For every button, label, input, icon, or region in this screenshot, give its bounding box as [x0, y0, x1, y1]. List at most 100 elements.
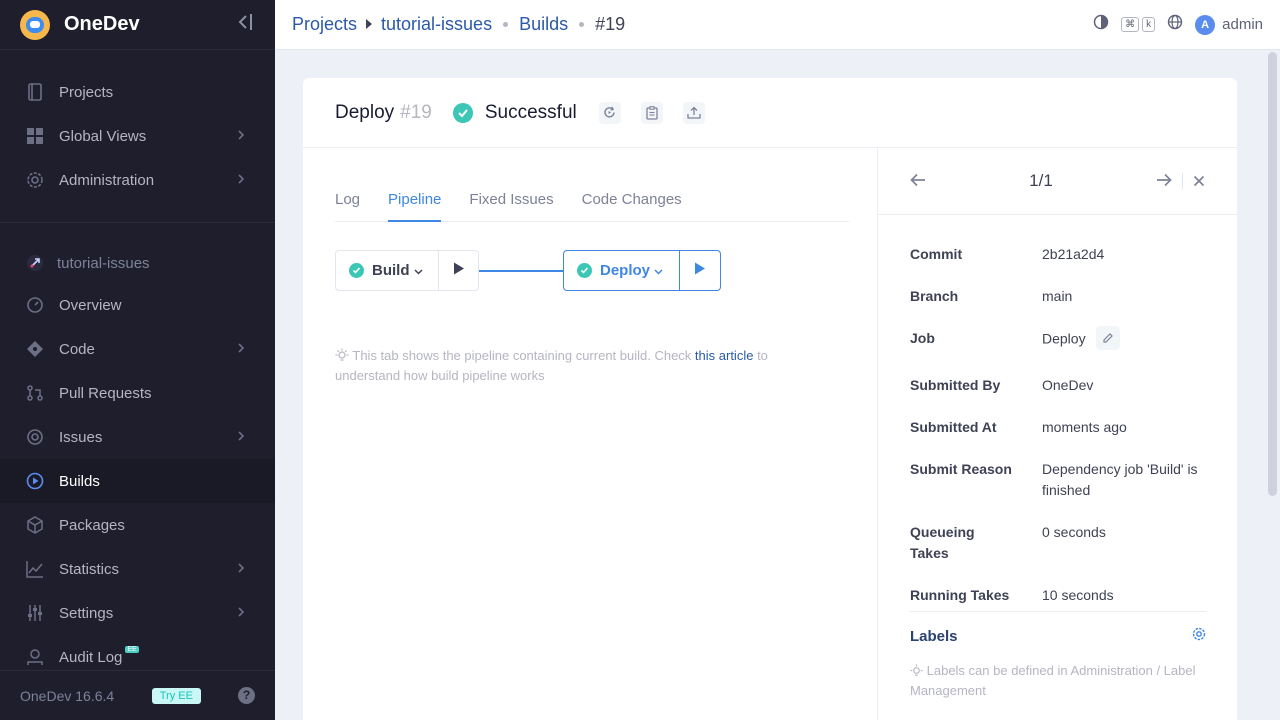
edit-job-icon[interactable]: [1095, 326, 1120, 350]
upload-icon[interactable]: [682, 101, 705, 124]
sidebar-item-label: Issues: [59, 428, 103, 446]
onedev-logo-icon[interactable]: [20, 9, 50, 40]
packages-icon: [25, 515, 45, 535]
sidebar-item-projects[interactable]: Projects: [0, 70, 275, 114]
build-position: 1/1: [1029, 171, 1053, 190]
tab-code-changes[interactable]: Code Changes: [582, 186, 682, 222]
sidebar-item-code[interactable]: Code: [0, 327, 275, 371]
sidebar-item-pull-requests[interactable]: Pull Requests: [0, 371, 275, 415]
breadcrumb-project[interactable]: tutorial-issues: [381, 14, 492, 35]
ee-badge: EE: [125, 645, 139, 653]
tab-pipeline[interactable]: Pipeline: [388, 186, 442, 222]
sidebar-project[interactable]: tutorial-issues: [0, 243, 275, 283]
build-info-panel: 1/1 Commit 2b21a2d4 Branch main Job Deploy …: [878, 148, 1237, 720]
run-deploy-job-button[interactable]: [680, 262, 720, 280]
sidebar-item-builds[interactable]: Builds: [0, 459, 275, 503]
property-row: Branch main: [910, 286, 1206, 307]
success-check-icon: [577, 263, 592, 278]
sidebar-global-nav: Projects Global Views Administration: [0, 50, 275, 202]
sidebar-item-overview[interactable]: Overview: [0, 283, 275, 327]
property-row: Running Takes 10 seconds: [910, 585, 1206, 606]
sidebar-item-global-views[interactable]: Global Views: [0, 114, 275, 158]
property-row: Queueing Takes 0 seconds: [910, 522, 1206, 564]
build-tabs: Log Pipeline Fixed Issues Code Changes: [335, 186, 849, 222]
property-key: Queueing Takes: [910, 524, 975, 561]
deploy-job-dropdown[interactable]: Deploy: [564, 251, 680, 290]
issues-icon: [25, 427, 45, 447]
collapse-sidebar-icon[interactable]: [237, 12, 255, 37]
command-key: ⌘: [1121, 17, 1140, 32]
job-link[interactable]: Deploy: [1042, 331, 1086, 347]
property-row: Submitted At moments ago: [910, 417, 1206, 438]
labels-title: Labels: [910, 628, 958, 645]
user-name[interactable]: admin: [1222, 16, 1263, 33]
app-name[interactable]: OneDev: [64, 13, 237, 36]
success-check-icon: [452, 102, 473, 123]
dark-mode-icon[interactable]: [1093, 14, 1109, 35]
property-row: Submitted By OneDev: [910, 375, 1206, 396]
settings-icon: [25, 603, 45, 623]
pipeline-job-deploy: Deploy: [563, 250, 721, 291]
sidebar-item-settings[interactable]: Settings: [0, 591, 275, 635]
pipeline-job-build: Build: [335, 250, 479, 291]
branch-link[interactable]: main: [1042, 286, 1206, 307]
breadcrumb-separator: [579, 22, 585, 27]
command-palette-shortcut[interactable]: ⌘ k: [1121, 17, 1156, 32]
breadcrumb-projects[interactable]: Projects: [292, 14, 357, 35]
page-scrollbar[interactable]: [1268, 52, 1277, 496]
breadcrumb-builds[interactable]: Builds: [519, 14, 568, 35]
avatar[interactable]: A: [1195, 14, 1216, 35]
sidebar-item-label: Global Views: [59, 127, 147, 145]
sidebar-item-label: Settings: [59, 604, 114, 622]
sidebar-item-issues[interactable]: Issues: [0, 415, 275, 459]
try-ee-button[interactable]: Try EE: [151, 687, 201, 704]
previous-build-icon[interactable]: [910, 170, 926, 193]
sidebar-item-statistics[interactable]: Statistics: [0, 547, 275, 591]
build-properties: Commit 2b21a2d4 Branch main Job Deploy Subm…: [910, 244, 1206, 627]
pipeline-diagram: Build Deploy: [335, 250, 855, 292]
chevron-right-icon: [237, 172, 245, 189]
global-views-icon: [25, 126, 45, 146]
nav-divider: [1182, 173, 1183, 189]
sidebar-header: OneDev: [0, 0, 275, 50]
lightbulb-icon: [335, 348, 349, 363]
tab-fixed-issues[interactable]: Fixed Issues: [469, 186, 553, 222]
property-row: Submit Reason Dependency job 'Build' is f…: [910, 459, 1206, 501]
sidebar-item-label: Statistics: [59, 560, 120, 578]
labels-tip-text: Labels can be defined in Administration …: [910, 663, 1196, 698]
property-value: OneDev: [1042, 377, 1094, 393]
code-icon: [25, 339, 45, 359]
audit-log-icon: [25, 647, 45, 667]
pipeline-article-link[interactable]: this article: [695, 348, 754, 363]
commit-hash-link[interactable]: 2b21a2d4: [1042, 244, 1206, 265]
sidebar-item-administration[interactable]: Administration: [0, 158, 275, 202]
sidebar-divider: [0, 222, 275, 223]
sidebar-item-label: Pull Requests: [59, 384, 152, 402]
breadcrumb-separator: [503, 22, 509, 27]
tab-log[interactable]: Log: [335, 186, 360, 222]
job-name: Build: [372, 262, 410, 279]
statistics-icon: [25, 559, 45, 579]
next-build-icon[interactable]: [1156, 170, 1172, 193]
chevron-down-icon: [413, 262, 423, 280]
help-icon[interactable]: ?: [238, 687, 255, 704]
rebuild-icon[interactable]: [598, 101, 621, 124]
labels-settings-gear-icon[interactable]: [1192, 627, 1206, 646]
builds-icon: [25, 471, 45, 491]
clipboard-icon[interactable]: [640, 101, 663, 124]
top-bar-actions: ⌘ k A admin: [1093, 14, 1263, 35]
build-job-dropdown[interactable]: Build: [336, 251, 439, 290]
sidebar-item-packages[interactable]: Packages: [0, 503, 275, 547]
build-status: Successful: [484, 101, 577, 123]
property-key: Submitted At: [910, 419, 997, 435]
build-main-panel: Log Pipeline Fixed Issues Code Changes B…: [303, 148, 878, 720]
run-build-job-button[interactable]: [439, 262, 478, 280]
property-key: Commit: [910, 246, 963, 262]
close-icon[interactable]: [1193, 170, 1205, 193]
chevron-down-icon: [654, 262, 663, 280]
sidebar-project-nav: Overview Code Pull Requests Issues Build…: [0, 283, 275, 679]
administration-icon: [25, 170, 45, 190]
projects-icon: [25, 82, 45, 102]
language-globe-icon[interactable]: [1167, 14, 1183, 35]
sidebar-item-label: Administration: [59, 171, 155, 189]
